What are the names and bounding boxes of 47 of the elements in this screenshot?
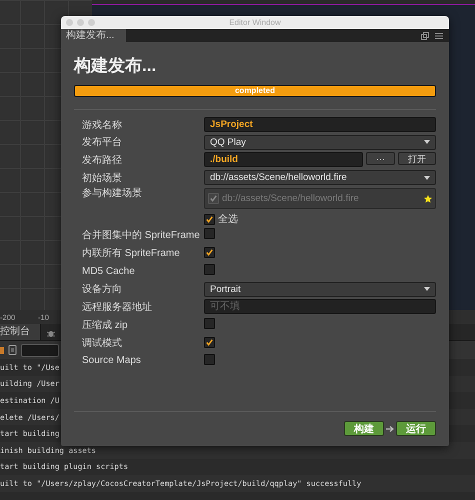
console-tab[interactable]: 控制台 <box>0 324 41 340</box>
scene-name: db://assets/Scene/helloworld.fire <box>222 193 359 204</box>
checkbox-label: 全选 <box>218 212 238 226</box>
progress-label: completed <box>234 86 275 96</box>
checkbox[interactable] <box>204 247 215 258</box>
field-label: 初始场景 <box>82 172 122 185</box>
field-label: MD5 Cache <box>82 266 135 277</box>
checkbox[interactable] <box>204 354 215 365</box>
panel-tab[interactable]: 构建发布... <box>61 29 126 42</box>
field-label: 参与构建场景 <box>82 186 142 200</box>
checkbox[interactable] <box>204 336 215 348</box>
close-window-button[interactable] <box>66 19 73 26</box>
field-label: 游戏名称 <box>82 118 122 132</box>
checkbox[interactable] <box>204 264 215 276</box>
dropdown[interactable]: db://assets/Scene/helloworld.fire <box>204 170 436 186</box>
caret-icon <box>424 139 430 146</box>
field-label: 远程服务器地址 <box>82 300 152 314</box>
field-label: 压缩成 zip <box>82 318 128 332</box>
dropdown[interactable]: Portrait <box>204 282 436 297</box>
star-icon <box>424 194 432 203</box>
checkbox[interactable] <box>204 228 215 240</box>
path-button[interactable]: 打开 <box>398 152 436 166</box>
field-label: 发布路径 <box>82 154 122 167</box>
bug-icon <box>47 329 55 338</box>
checkbox[interactable] <box>204 214 215 225</box>
field-label: 调试模式 <box>82 336 122 350</box>
dropdown[interactable]: QQ Play <box>204 134 436 150</box>
menu-icon <box>435 32 443 40</box>
caret-icon <box>424 286 430 292</box>
field-label: 发布平台 <box>82 136 122 150</box>
window-title: Editor Window <box>229 18 281 27</box>
field-label: 内联所有 SpriteFrame <box>82 246 180 260</box>
arrow-icon <box>386 424 394 432</box>
path-button[interactable]: ··· <box>366 152 395 166</box>
caret-icon <box>424 174 430 181</box>
field-label: Source Maps <box>82 355 141 366</box>
field-label: 合并图集中的 SpriteFrame <box>82 228 200 242</box>
minimize-window-button[interactable] <box>77 19 84 26</box>
filter-field[interactable] <box>21 344 59 356</box>
document-icon <box>8 345 17 355</box>
field-label: 设备方向 <box>82 282 122 296</box>
popout-icon <box>421 32 429 40</box>
dialog-heading: 构建发布... <box>74 55 156 77</box>
path-field[interactable]: ./build <box>204 152 363 168</box>
checkbox[interactable] <box>204 318 215 329</box>
zoom-window-button[interactable] <box>88 19 95 26</box>
text-field[interactable]: JsProject <box>204 117 436 132</box>
